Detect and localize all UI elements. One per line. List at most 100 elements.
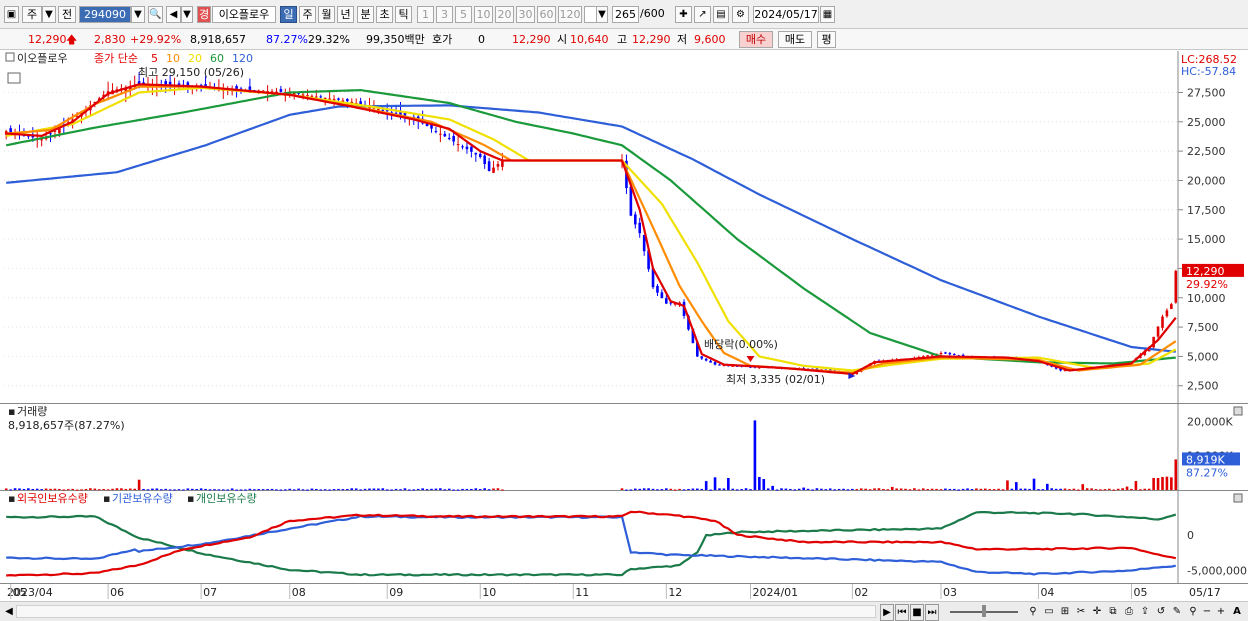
x-axis-label-14: 05/17 <box>1189 586 1221 599</box>
market-select[interactable]: 주 <box>22 6 42 23</box>
sell-button[interactable]: 매도 <box>778 31 812 48</box>
interval-30[interactable]: 30 <box>516 6 535 23</box>
period-second[interactable]: 초 <box>376 6 393 23</box>
gear-icon[interactable]: ⚙ <box>732 6 749 23</box>
zoom-slider-handle[interactable] <box>982 605 986 617</box>
play-icon[interactable]: ▶ <box>880 604 894 621</box>
zoom-in-button[interactable]: + <box>1215 604 1227 619</box>
chevron-down-icon[interactable]: ▼ <box>131 6 145 23</box>
zoom-out-button[interactable]: − <box>1201 604 1213 619</box>
stock-chart[interactable]: 27,50025,00022,50020,00017,50015,00012,5… <box>0 51 1248 601</box>
volume-current-tag-label: 8,919K <box>1186 453 1225 466</box>
edit-icon[interactable]: ✎ <box>1170 604 1184 619</box>
search-icon[interactable]: 🔍 <box>148 6 163 23</box>
price-tick-label: 5,000 <box>1187 350 1219 363</box>
trendline-icon[interactable]: ↗ <box>694 6 711 23</box>
candle-body <box>634 214 637 225</box>
prev-button[interactable]: 전 <box>58 6 76 23</box>
volume-bar <box>1103 489 1107 491</box>
candle-body <box>248 86 252 90</box>
volume-bar <box>257 489 261 491</box>
period-month[interactable]: 월 <box>318 6 335 23</box>
window-icon[interactable]: ▭ <box>1042 604 1056 619</box>
high-value: 12,290 <box>632 33 671 46</box>
undo-icon[interactable]: ↺ <box>1154 604 1168 619</box>
volume-bar <box>1068 489 1071 491</box>
volume-bar <box>1050 488 1054 490</box>
count-input[interactable]: 265 <box>612 6 639 23</box>
chevron-down-icon[interactable]: ▼ <box>596 6 608 23</box>
candle-body <box>478 153 482 157</box>
date-input[interactable]: 2024/05/17 <box>753 6 819 23</box>
speaker-icon[interactable]: ◀ <box>166 6 181 23</box>
volume-bar <box>961 488 965 490</box>
chevron-down-icon[interactable]: ▼ <box>181 6 193 23</box>
period-week[interactable]: 주 <box>299 6 316 23</box>
crosshair-icon[interactable]: ✚ <box>675 6 692 23</box>
hoga-price: 12,290 <box>512 33 551 46</box>
scroll-left-icon[interactable]: ◀ <box>4 604 14 619</box>
interval-5[interactable]: 5 <box>455 6 472 23</box>
interval-20[interactable]: 20 <box>495 6 514 23</box>
candle-body <box>310 95 314 97</box>
volume-bar <box>230 488 234 490</box>
x-axis-label-6: 10 <box>482 586 496 599</box>
magnifier-icon[interactable]: ⚲ <box>1187 604 1199 619</box>
volume-bar <box>700 488 704 490</box>
candle-body <box>346 98 349 102</box>
volume-bar <box>625 489 628 491</box>
volume-bar <box>456 489 460 491</box>
price-tick-label: 25,000 <box>1187 116 1226 129</box>
auto-scale-button[interactable]: A <box>1230 604 1244 619</box>
volume-bar <box>35 488 39 490</box>
volume-bar <box>1099 489 1102 491</box>
interval-120[interactable]: 120 <box>558 6 582 23</box>
volume-bar <box>368 488 371 490</box>
interval-10[interactable]: 10 <box>474 6 493 23</box>
volume-bar <box>859 488 863 490</box>
stock-code-input[interactable]: 294090 <box>79 6 131 23</box>
forward-icon[interactable]: ⏭ <box>925 604 939 621</box>
scroll-track[interactable] <box>16 605 876 618</box>
table-icon[interactable]: ⊞ <box>1058 604 1072 619</box>
low-annotation: 최저 3,335 (02/01) <box>726 373 825 386</box>
export-icon[interactable]: ⇪ <box>1138 604 1152 619</box>
x-axis-label-4: 08 <box>292 586 306 599</box>
save-icon[interactable]: ▤ <box>713 6 729 23</box>
chevron-down-icon[interactable]: ▼ <box>42 6 56 23</box>
volume-bar <box>992 489 996 491</box>
print-icon[interactable]: ⎙ <box>1122 604 1136 619</box>
candle-body <box>40 139 43 141</box>
volume-bar <box>1147 488 1151 490</box>
copy-icon[interactable]: ⧉ <box>1106 604 1120 619</box>
volume-bar <box>75 489 79 491</box>
stop-icon[interactable]: ■ <box>910 604 924 621</box>
interval-3[interactable]: 3 <box>436 6 453 23</box>
chart-area[interactable]: 27,50025,00022,50020,00017,50015,00012,5… <box>0 51 1248 601</box>
volume-bar <box>930 488 934 490</box>
tools-icon[interactable]: ✂ <box>1074 604 1088 619</box>
crosshair-icon[interactable]: ✛ <box>1090 604 1104 619</box>
magnifier-icon[interactable]: ⚲ <box>1026 604 1040 619</box>
interval-1[interactable]: 1 <box>417 6 434 23</box>
x-axis-label-8: 12 <box>668 586 682 599</box>
period-minute[interactable]: 분 <box>357 6 374 23</box>
volume-bar <box>425 489 429 491</box>
volume-bar <box>851 488 854 490</box>
buy-button[interactable]: 매수 <box>739 31 773 48</box>
rewind-icon[interactable]: ⏮ <box>895 604 909 621</box>
close-icon <box>1233 493 1243 503</box>
volume-bar <box>1161 476 1164 490</box>
eval-button[interactable]: 평 <box>817 31 836 48</box>
layout-icon[interactable]: ▣ <box>4 6 19 23</box>
volume-bar <box>385 489 389 491</box>
volume-bar <box>758 476 761 490</box>
period-day[interactable]: 일 <box>280 6 297 23</box>
change-value: 2,830 <box>94 33 126 46</box>
volume-bar <box>1094 489 1098 491</box>
period-year[interactable]: 년 <box>337 6 354 23</box>
interval-60[interactable]: 60 <box>537 6 556 23</box>
volume-bar <box>864 488 867 490</box>
calendar-icon[interactable]: ▦ <box>820 6 835 23</box>
period-tick[interactable]: 틱 <box>395 6 412 23</box>
